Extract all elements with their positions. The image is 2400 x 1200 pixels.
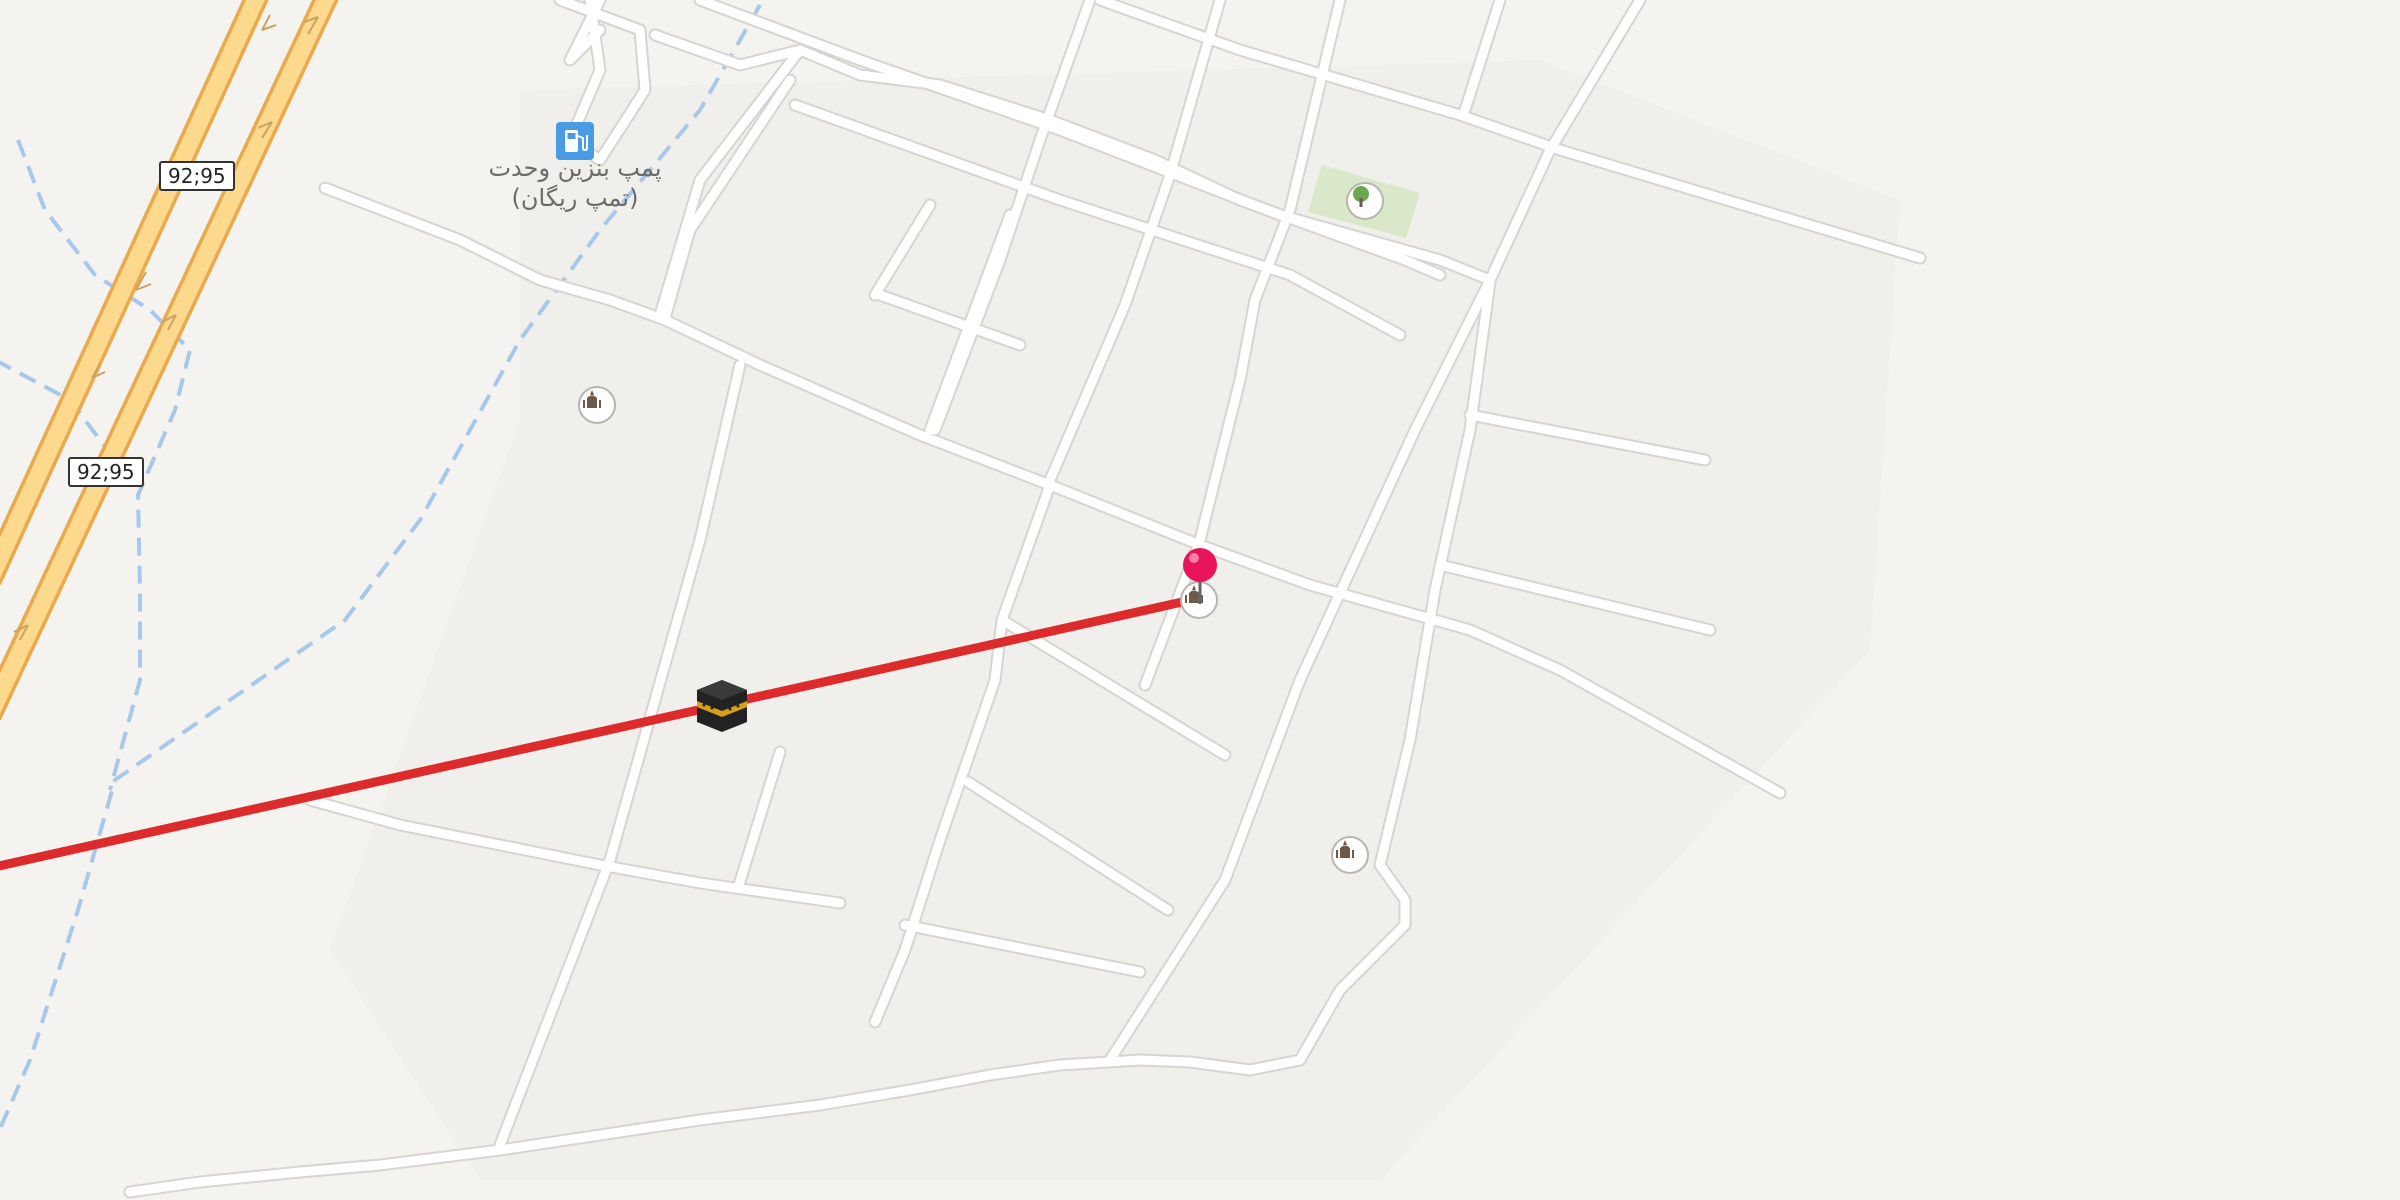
road-shield: 92;95	[68, 457, 144, 487]
highway-motorway	[0, 0, 339, 721]
park-tree-icon[interactable]	[1346, 182, 1384, 220]
mosque-icon[interactable]	[1331, 836, 1369, 874]
road-shield: 92;95	[159, 161, 235, 191]
location-pin-icon[interactable]	[1180, 546, 1220, 606]
fuel-station-subname: (تمپ ریگان)	[511, 184, 639, 212]
fuel-station-name: پمپ بنزین وحدت	[488, 154, 662, 182]
kaaba-icon[interactable]	[692, 676, 752, 736]
mosque-icon[interactable]	[578, 386, 616, 424]
map-canvas[interactable]: 92;95 92;95 پمپ بنزین وحدت (تمپ ریگان)	[0, 0, 2400, 1200]
fuel-station-label[interactable]: پمپ بنزین وحدت (تمپ ریگان)	[470, 153, 680, 213]
